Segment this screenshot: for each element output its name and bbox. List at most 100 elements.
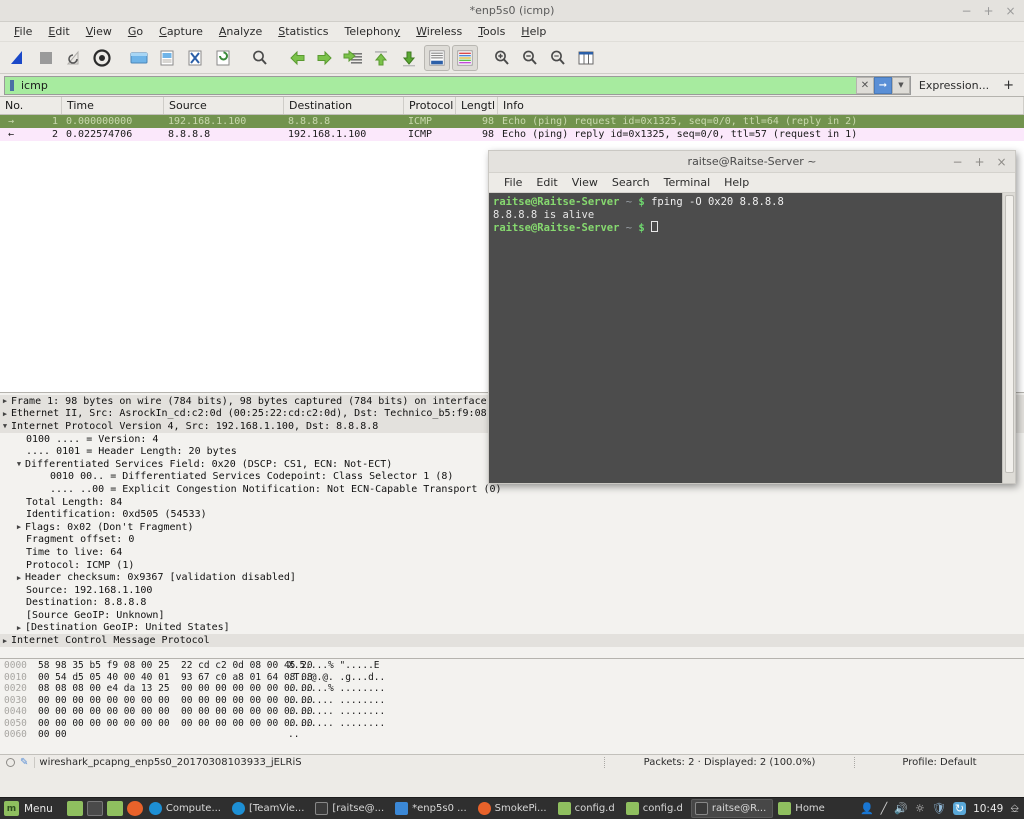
menu-item-analyze[interactable]: Analyze (211, 23, 270, 40)
task-button-wireshark[interactable]: *enp5s0 ... (392, 799, 473, 818)
column-header-info[interactable]: Info (498, 97, 1024, 114)
capture-comment-icon[interactable]: ✎ (20, 757, 28, 768)
terminal-menu-file[interactable]: File (497, 176, 529, 189)
menu-item-wireless[interactable]: Wireless (408, 23, 470, 40)
terminal-window[interactable]: raitse@Raitse-Server ~ − + × File Edit V… (488, 150, 1016, 484)
go-to-last-icon[interactable] (396, 45, 422, 71)
filter-history-icon[interactable]: ▼ (891, 76, 910, 94)
zoom-reset-icon[interactable] (545, 45, 571, 71)
add-filter-button[interactable]: + (997, 78, 1020, 93)
terminal-icon[interactable] (86, 801, 103, 816)
terminal-close-button[interactable]: × (996, 155, 1007, 169)
detail-row[interactable]: ▶ [Destination GeoIP: United States] (0, 622, 1024, 635)
table-row[interactable]: ← 2 0.022574706 8.8.8.8 192.168.1.100 IC… (0, 128, 1024, 141)
detail-row[interactable]: . Fragment offset: 0 (0, 534, 1024, 547)
task-button-configd-2[interactable]: config.d (623, 799, 689, 818)
menu-item-go[interactable]: Go (120, 23, 151, 40)
detail-row[interactable]: . Destination: 8.8.8.8 (0, 597, 1024, 610)
filter-value[interactable]: icmp (19, 79, 856, 92)
chevron-down-icon[interactable]: ▼ (14, 460, 24, 468)
terminal-output-area[interactable]: raitse@Raitse-Server ~ $ fping -O 0x20 8… (489, 193, 1015, 483)
maximize-button[interactable]: + (983, 5, 994, 17)
profile-label[interactable]: Profile: Default (854, 757, 1024, 768)
firefox-icon[interactable] (126, 801, 143, 816)
chevron-right-icon[interactable]: ▶ (0, 410, 10, 418)
show-desktop-icon[interactable] (66, 801, 83, 816)
save-file-icon[interactable] (154, 45, 180, 71)
task-button-teamviewer[interactable]: [TeamVie... (229, 799, 310, 818)
chevron-right-icon[interactable]: ▶ (14, 574, 24, 582)
column-header-source[interactable]: Source (164, 97, 284, 114)
reload-file-icon[interactable] (210, 45, 236, 71)
terminal-menu-view[interactable]: View (565, 176, 605, 189)
display-filter-input[interactable]: icmp ✕ ➞ ▼ (4, 75, 911, 95)
terminal-minimize-button[interactable]: − (952, 155, 963, 169)
find-packet-icon[interactable] (247, 45, 273, 71)
detail-row[interactable]: ▶ Flags: 0x02 (Don't Fragment) (0, 521, 1024, 534)
file-manager-icon[interactable] (106, 801, 123, 816)
close-button[interactable]: × (1005, 5, 1016, 17)
stop-capture-icon[interactable] (33, 45, 59, 71)
brightness-icon[interactable]: ☼ (915, 802, 925, 815)
detail-row[interactable]: . Protocol: ICMP (1) (0, 559, 1024, 572)
task-button-computer[interactable]: Compute... (146, 799, 227, 818)
show-desktop-icon[interactable]: ⎒ (1010, 802, 1019, 816)
volume-icon[interactable]: 🔊 (894, 802, 908, 815)
detail-row[interactable]: . Total Length: 84 (0, 496, 1024, 509)
detail-row[interactable]: ▶ Internet Control Message Protocol (0, 634, 1024, 647)
menu-item-statistics[interactable]: Statistics (270, 23, 336, 40)
detail-row[interactable]: . [Source GeoIP: Unknown] (0, 609, 1024, 622)
zoom-out-icon[interactable] (517, 45, 543, 71)
menu-item-tools[interactable]: Tools (470, 23, 513, 40)
menu-item-telephony[interactable]: Telephony (337, 23, 409, 40)
terminal-scrollbar-thumb[interactable] (1005, 195, 1014, 474)
column-header-destination[interactable]: Destination (284, 97, 404, 114)
chevron-right-icon[interactable]: ▶ (14, 523, 24, 531)
update-manager-icon[interactable]: ↻ (952, 802, 967, 815)
task-button-terminal-2[interactable]: raitse@R... (690, 799, 774, 818)
terminal-menu-help[interactable]: Help (717, 176, 756, 189)
restart-capture-icon[interactable] (61, 45, 87, 71)
task-button-terminal-1[interactable]: [raitse@... (312, 799, 390, 818)
resize-columns-icon[interactable] (573, 45, 599, 71)
column-header-no[interactable]: No. (0, 97, 62, 114)
go-forward-icon[interactable] (312, 45, 338, 71)
menu-item-capture[interactable]: Capture (151, 23, 211, 40)
packet-bytes-pane[interactable]: 0000 58 98 35 b5 f9 08 00 25 22 cd c2 0d … (0, 658, 1024, 754)
bookmark-icon[interactable] (5, 77, 19, 94)
terminal-menu-search[interactable]: Search (605, 176, 657, 189)
terminal-menu-terminal[interactable]: Terminal (657, 176, 718, 189)
terminal-maximize-button[interactable]: + (974, 155, 985, 169)
menu-item-file[interactable]: File (6, 23, 40, 40)
chevron-right-icon[interactable]: ▶ (0, 397, 10, 405)
expert-info-icon[interactable] (6, 758, 15, 767)
detail-row[interactable]: ▶ Header checksum: 0x9367 [validation dis… (0, 571, 1024, 584)
table-row[interactable]: → 1 0.000000000 192.168.1.100 8.8.8.8 IC… (0, 115, 1024, 128)
go-to-packet-icon[interactable] (340, 45, 366, 71)
task-button-configd-1[interactable]: config.d (555, 799, 621, 818)
column-header-time[interactable]: Time (62, 97, 164, 114)
apply-filter-icon[interactable]: ➞ (873, 76, 892, 94)
go-to-first-icon[interactable] (368, 45, 394, 71)
column-header-protocol[interactable]: Protocol (404, 97, 456, 114)
pen-icon[interactable]: ╱ (881, 802, 888, 815)
terminal-scrollbar[interactable] (1002, 193, 1015, 483)
taskbar-menu-button[interactable]: m Menu (0, 801, 65, 816)
detail-row[interactable]: . Time to live: 64 (0, 546, 1024, 559)
open-file-icon[interactable] (126, 45, 152, 71)
auto-scroll-icon[interactable] (424, 44, 450, 71)
chevron-right-icon[interactable]: ▶ (14, 624, 24, 632)
minimize-button[interactable]: − (961, 5, 972, 17)
filter-expression-button[interactable]: Expression... (911, 79, 997, 92)
task-button-smokeping[interactable]: SmokePi... (475, 799, 553, 818)
capture-options-icon[interactable] (89, 45, 115, 71)
zoom-in-icon[interactable] (489, 45, 515, 71)
start-capture-icon[interactable] (5, 45, 31, 71)
clock[interactable]: 10:49 (973, 803, 1003, 815)
menu-item-help[interactable]: Help (513, 23, 554, 40)
colorize-icon[interactable] (452, 44, 478, 71)
detail-row[interactable]: . Source: 192.168.1.100 (0, 584, 1024, 597)
detail-row[interactable]: . Identification: 0xd505 (54533) (0, 508, 1024, 521)
column-header-length[interactable]: Lengtl (456, 97, 498, 114)
menu-item-view[interactable]: View (78, 23, 120, 40)
